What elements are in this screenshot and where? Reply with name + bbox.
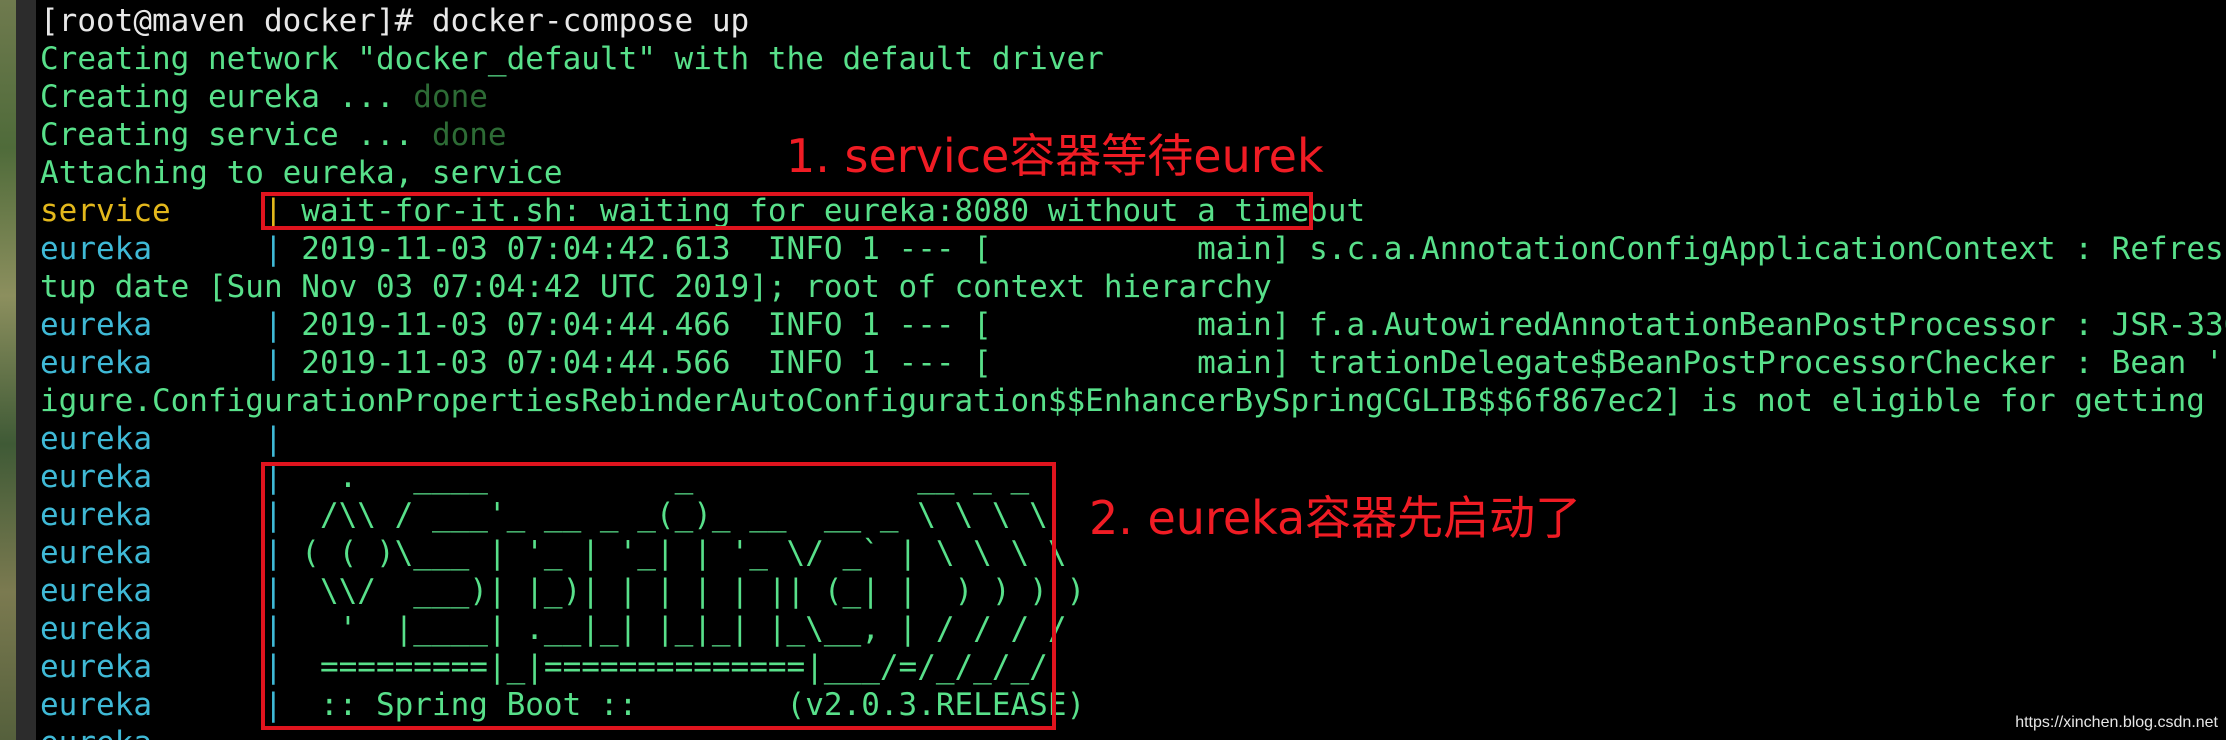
wrapped-log-line: tup date [Sun Nov 03 07:04:42 UTC 2019];… xyxy=(40,269,1272,305)
partial-log-line: eureka xyxy=(40,724,152,740)
eureka-prefix: eureka | xyxy=(40,345,302,381)
highlight-box-spring-banner xyxy=(261,462,1056,730)
done-status: done xyxy=(431,117,507,153)
eureka-log-line: eureka | xyxy=(40,420,301,458)
desktop-background xyxy=(0,0,16,740)
eureka-prefix: eureka | xyxy=(40,307,302,343)
network-line: Creating network "docker_default" with t… xyxy=(40,41,1104,77)
highlight-box-service-wait xyxy=(261,192,1313,230)
eureka-log-line: eureka | 2019-11-03 07:04:44.566 INFO 1 … xyxy=(40,344,2226,382)
watermark: https://xinchen.blog.csdn.net xyxy=(2015,714,2218,731)
eureka-log-text: 2019-11-03 07:04:44.566 INFO 1 --- [ mai… xyxy=(301,345,2226,381)
eureka-prefix: eureka | xyxy=(40,231,302,267)
prompt-line: [root@maven docker]# docker-compose up xyxy=(40,3,750,39)
eureka-prefix: eureka | xyxy=(40,421,302,457)
eureka-log-text: 2019-11-03 07:04:44.466 INFO 1 --- [ mai… xyxy=(301,307,2226,343)
eureka-log-text: 2019-11-03 07:04:42.613 INFO 1 --- [ mai… xyxy=(301,231,2226,267)
screenshot: [root@maven docker]# docker-compose up C… xyxy=(0,0,2226,740)
terminal-window-border xyxy=(16,0,36,740)
eureka-log-line: eureka | 2019-11-03 07:04:44.466 INFO 1 … xyxy=(40,306,2226,344)
attaching-line: Attaching to eureka, service xyxy=(40,155,563,191)
eureka-log-line: eureka | 2019-11-03 07:04:42.613 INFO 1 … xyxy=(40,230,2226,268)
creating-eureka-text: Creating eureka ... xyxy=(40,79,414,115)
callout-service-waiting: 1. service容器等待eurek xyxy=(786,129,1324,183)
callout-eureka-started: 2. eureka容器先启动了 xyxy=(1089,491,1582,545)
done-status: done xyxy=(413,79,488,115)
wrapped-log-line: igure.ConfigurationPropertiesRebinderAut… xyxy=(40,383,2226,419)
creating-service-line: Creating service ... done xyxy=(40,116,507,154)
creating-eureka-line: Creating eureka ... done xyxy=(40,78,488,116)
creating-service-text: Creating service ... xyxy=(40,117,432,153)
